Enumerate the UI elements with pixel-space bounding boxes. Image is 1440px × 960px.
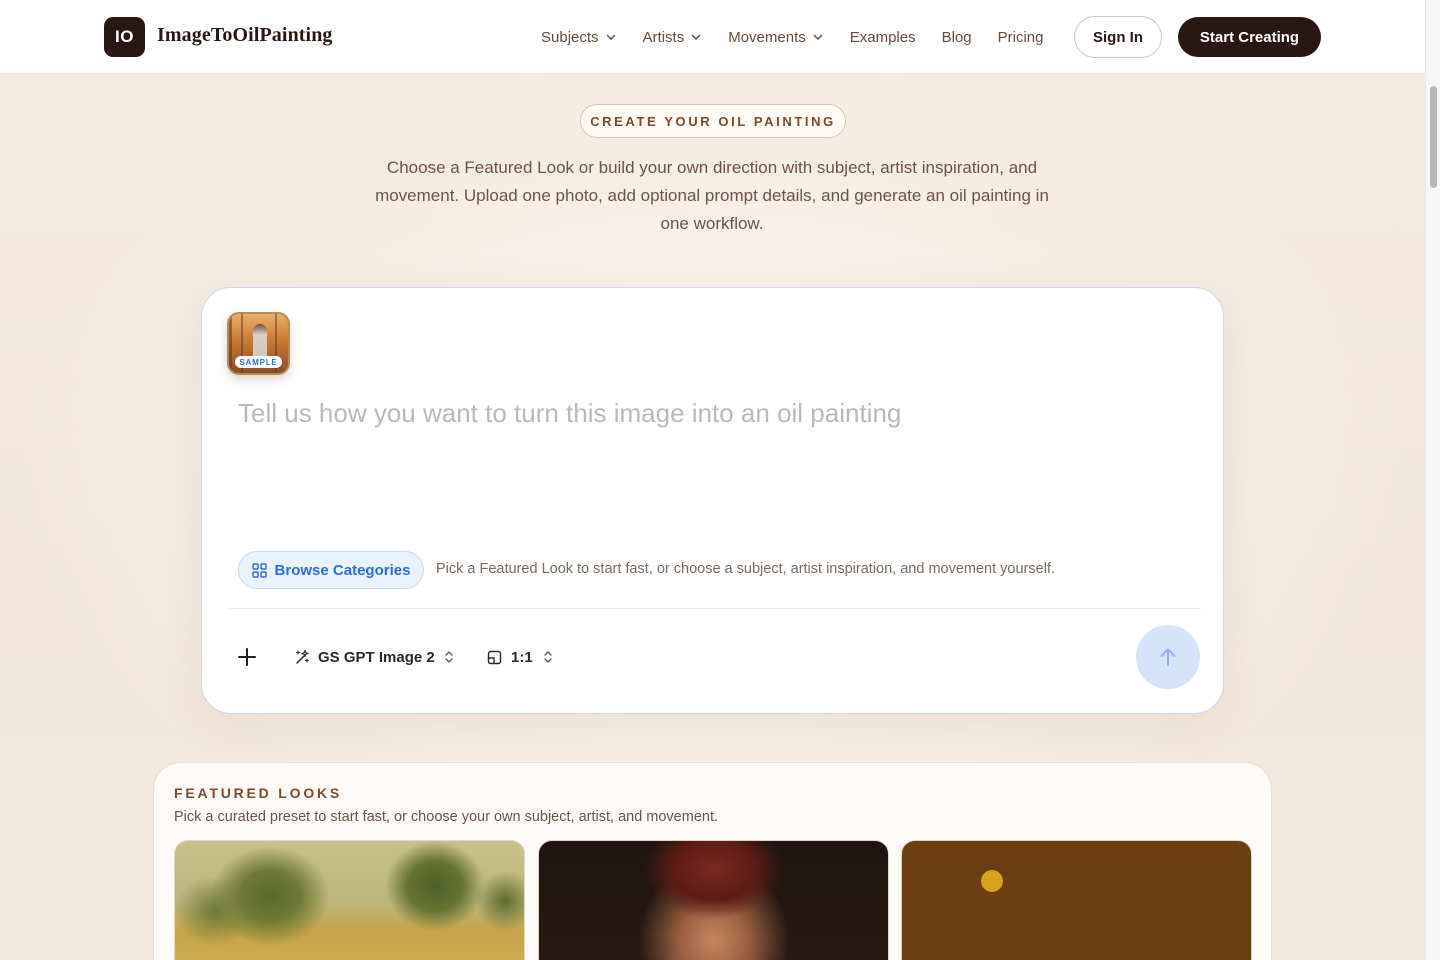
prompt-composer: SAMPLE Browse Categories Pick a Featured… bbox=[201, 287, 1224, 714]
nav-subjects[interactable]: Subjects bbox=[541, 29, 617, 46]
generate-send-button[interactable] bbox=[1136, 625, 1200, 689]
nav-pricing[interactable]: Pricing bbox=[998, 29, 1044, 46]
hero-eyebrow-pill: CREATE YOUR OIL PAINTING bbox=[580, 104, 846, 138]
sparkles-icon bbox=[295, 649, 310, 664]
aspect-ratio-icon bbox=[487, 650, 502, 664]
chevron-up-down-icon bbox=[543, 651, 552, 663]
nav-examples[interactable]: Examples bbox=[850, 29, 916, 46]
start-creating-button[interactable]: Start Creating bbox=[1178, 17, 1321, 57]
composer-divider bbox=[227, 608, 1201, 609]
featured-look-card-portrait[interactable] bbox=[538, 840, 889, 960]
model-select[interactable]: GS GPT Image 2 bbox=[294, 646, 455, 668]
prompt-input[interactable] bbox=[238, 398, 1188, 518]
hero-description: Choose a Featured Look or build your own… bbox=[375, 158, 1049, 233]
site-header: IO ImageToOilPainting Subjects Artists M… bbox=[0, 0, 1425, 74]
featured-looks-title: FEATURED LOOKS bbox=[174, 785, 343, 801]
nav-artists-label: Artists bbox=[642, 28, 685, 46]
logo-badge[interactable]: IO bbox=[104, 17, 145, 57]
featured-looks-subtitle: Pick a curated preset to start fast, or … bbox=[174, 809, 719, 825]
chevron-down-icon bbox=[606, 34, 615, 40]
aspect-ratio-value: 1:1 bbox=[511, 648, 533, 666]
sample-image-figure bbox=[253, 324, 267, 360]
aspect-ratio-select[interactable]: 1:1 bbox=[487, 646, 554, 668]
arrow-up-icon bbox=[1160, 648, 1176, 666]
featured-look-card-sunflowers[interactable] bbox=[901, 840, 1252, 960]
chevron-up-down-icon bbox=[445, 651, 453, 663]
nav-movements[interactable]: Movements bbox=[728, 29, 824, 46]
logo-text[interactable]: ImageToOilPainting bbox=[157, 24, 333, 47]
add-image-button[interactable] bbox=[232, 642, 262, 672]
browse-hint: Pick a Featured Look to start fast, or c… bbox=[436, 561, 1055, 577]
nav-examples-label: Examples bbox=[849, 28, 916, 46]
chevron-down-icon bbox=[691, 34, 701, 40]
page-scrollbar[interactable] bbox=[1425, 0, 1440, 960]
nav-pricing-label: Pricing bbox=[997, 28, 1044, 46]
scrollbar-thumb[interactable] bbox=[1430, 86, 1437, 188]
main-nav: Subjects Artists Movements Examples Blog… bbox=[541, 27, 1070, 47]
grid-icon bbox=[251, 562, 267, 578]
nav-blog[interactable]: Blog bbox=[942, 29, 972, 46]
sign-in-button[interactable]: Sign In bbox=[1074, 16, 1162, 58]
browse-categories-label: Browse Categories bbox=[274, 561, 411, 579]
nav-blog-label: Blog bbox=[941, 28, 972, 46]
chevron-down-icon bbox=[813, 34, 822, 40]
sample-image-thumbnail[interactable]: SAMPLE bbox=[227, 312, 290, 375]
plus-icon bbox=[238, 648, 256, 666]
sample-badge: SAMPLE bbox=[235, 356, 282, 368]
featured-look-card-landscape[interactable] bbox=[174, 840, 525, 960]
nav-movements-label: Movements bbox=[728, 28, 806, 46]
nav-artists[interactable]: Artists bbox=[643, 29, 703, 46]
model-select-value: GS GPT Image 2 bbox=[318, 648, 435, 666]
browse-categories-button[interactable]: Browse Categories bbox=[238, 551, 424, 589]
nav-subjects-label: Subjects bbox=[541, 28, 599, 46]
featured-looks-section: FEATURED LOOKS Pick a curated preset to … bbox=[153, 762, 1272, 960]
